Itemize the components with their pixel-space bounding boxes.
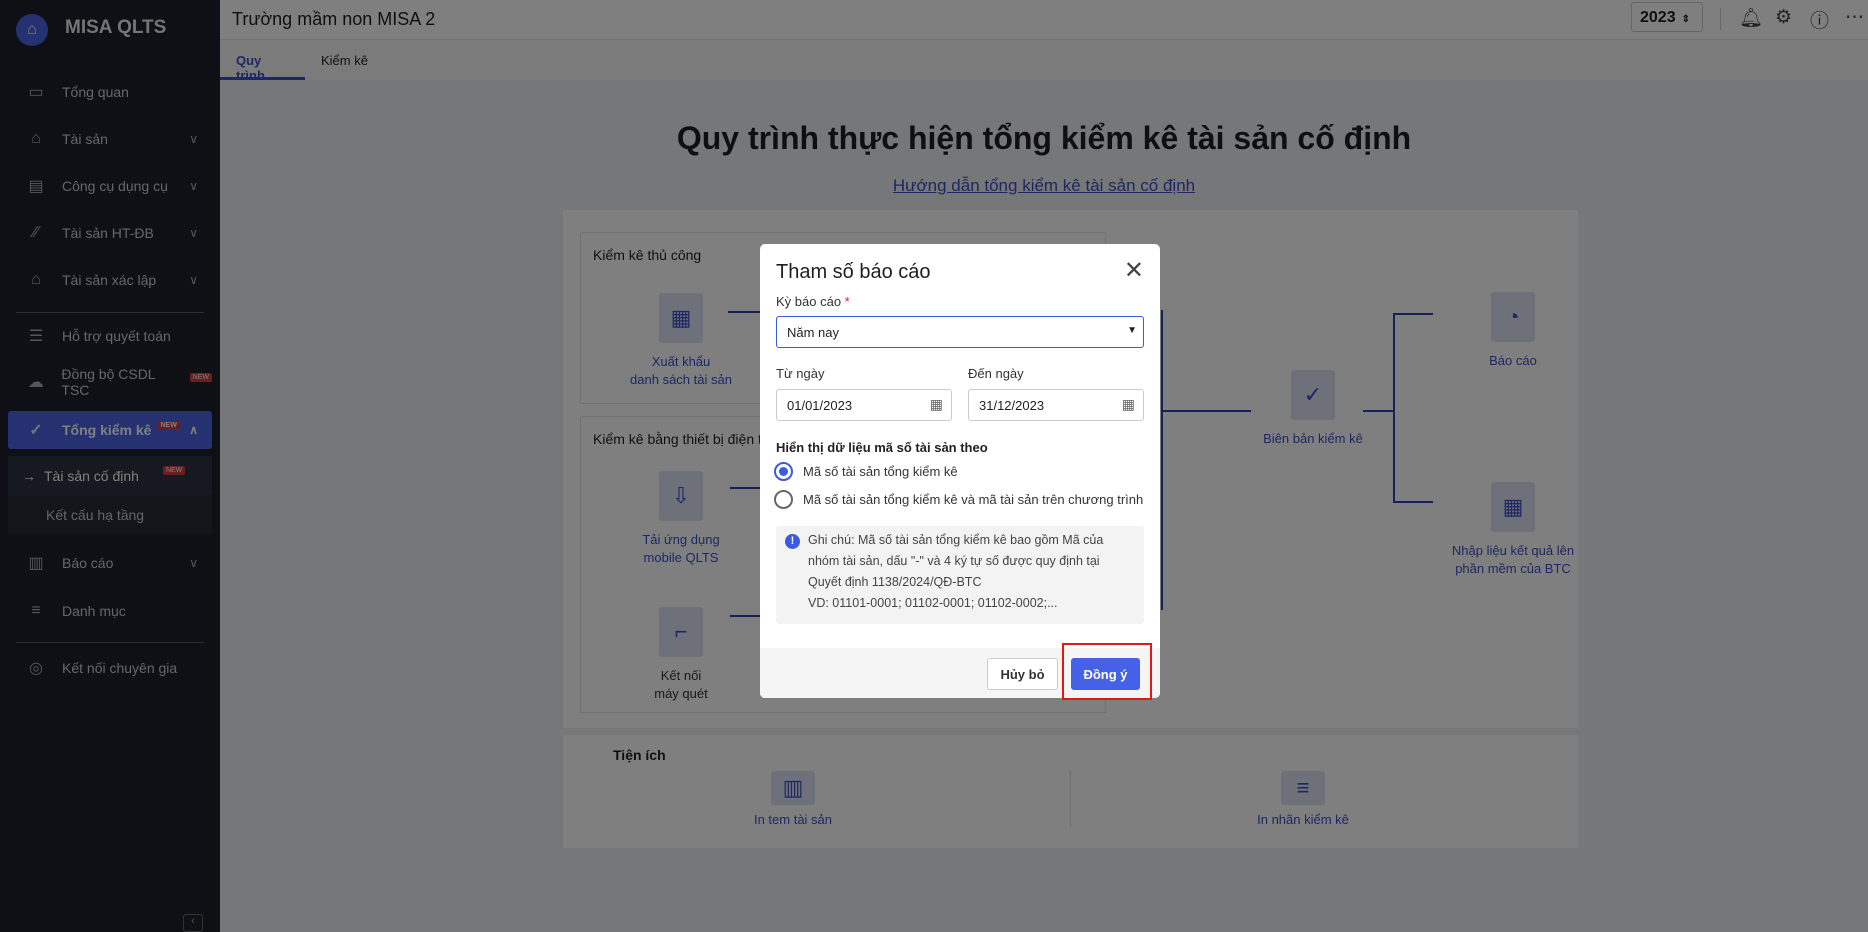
dialog-title: Tham số báo cáo [776,261,931,283]
label: Kỳ báo cáo [776,294,842,309]
note-line: VD: 01101-0001; 01102-0001; 01102-0002;.… [808,596,1058,610]
radio-option-both-codes[interactable]: Mã số tài sản tổng kiểm kê và mã tài sản… [774,490,1143,509]
radio-unchecked[interactable] [774,490,793,509]
label: Mã số tài sản tổng kiểm kê và mã tài sản… [803,492,1144,507]
calendar-icon[interactable]: ▦ [930,396,943,413]
from-date-input[interactable]: 01/01/2023 ▦ [776,389,952,421]
value: 01/01/2023 [787,398,853,413]
from-label: Từ ngày [776,366,825,381]
note-box: ! Ghi chú: Mã số tài sản tổng kiểm kê ba… [776,526,1144,624]
cancel-button[interactable]: Hủy bỏ [987,658,1058,690]
period-select[interactable]: Năm nay ▼ [776,316,1144,348]
calendar-icon[interactable]: ▦ [1122,396,1135,413]
display-label: Hiển thị dữ liệu mã số tài sản theo [776,440,988,455]
value: 31/12/2023 [979,398,1045,413]
period-label: Kỳ báo cáo * [776,294,850,309]
radio-option-inventory-code[interactable]: Mã số tài sản tổng kiểm kê [774,462,958,481]
selected-value: Năm nay [787,325,840,340]
required-mark: * [844,294,850,309]
highlight-box [1062,643,1152,700]
note-line: nhóm tài sản, dấu "-" và 4 ký tự số được… [808,554,1100,568]
to-label: Đến ngày [968,366,1024,381]
radio-checked[interactable] [774,462,793,481]
report-params-dialog: Tham số báo cáo ✕ Kỳ báo cáo * Năm nay ▼ … [760,244,1160,698]
note-line: Quyết định 1138/2024/QĐ-BTC [808,575,982,589]
info-icon: ! [785,534,800,549]
label: Mã số tài sản tổng kiểm kê [803,464,958,479]
note-line: Ghi chú: Mã số tài sản tổng kiểm kê bao … [808,533,1104,547]
to-date-input[interactable]: 31/12/2023 ▦ [968,389,1144,421]
close-icon[interactable]: ✕ [1124,256,1144,285]
caret-down-icon: ▼ [1127,325,1137,336]
